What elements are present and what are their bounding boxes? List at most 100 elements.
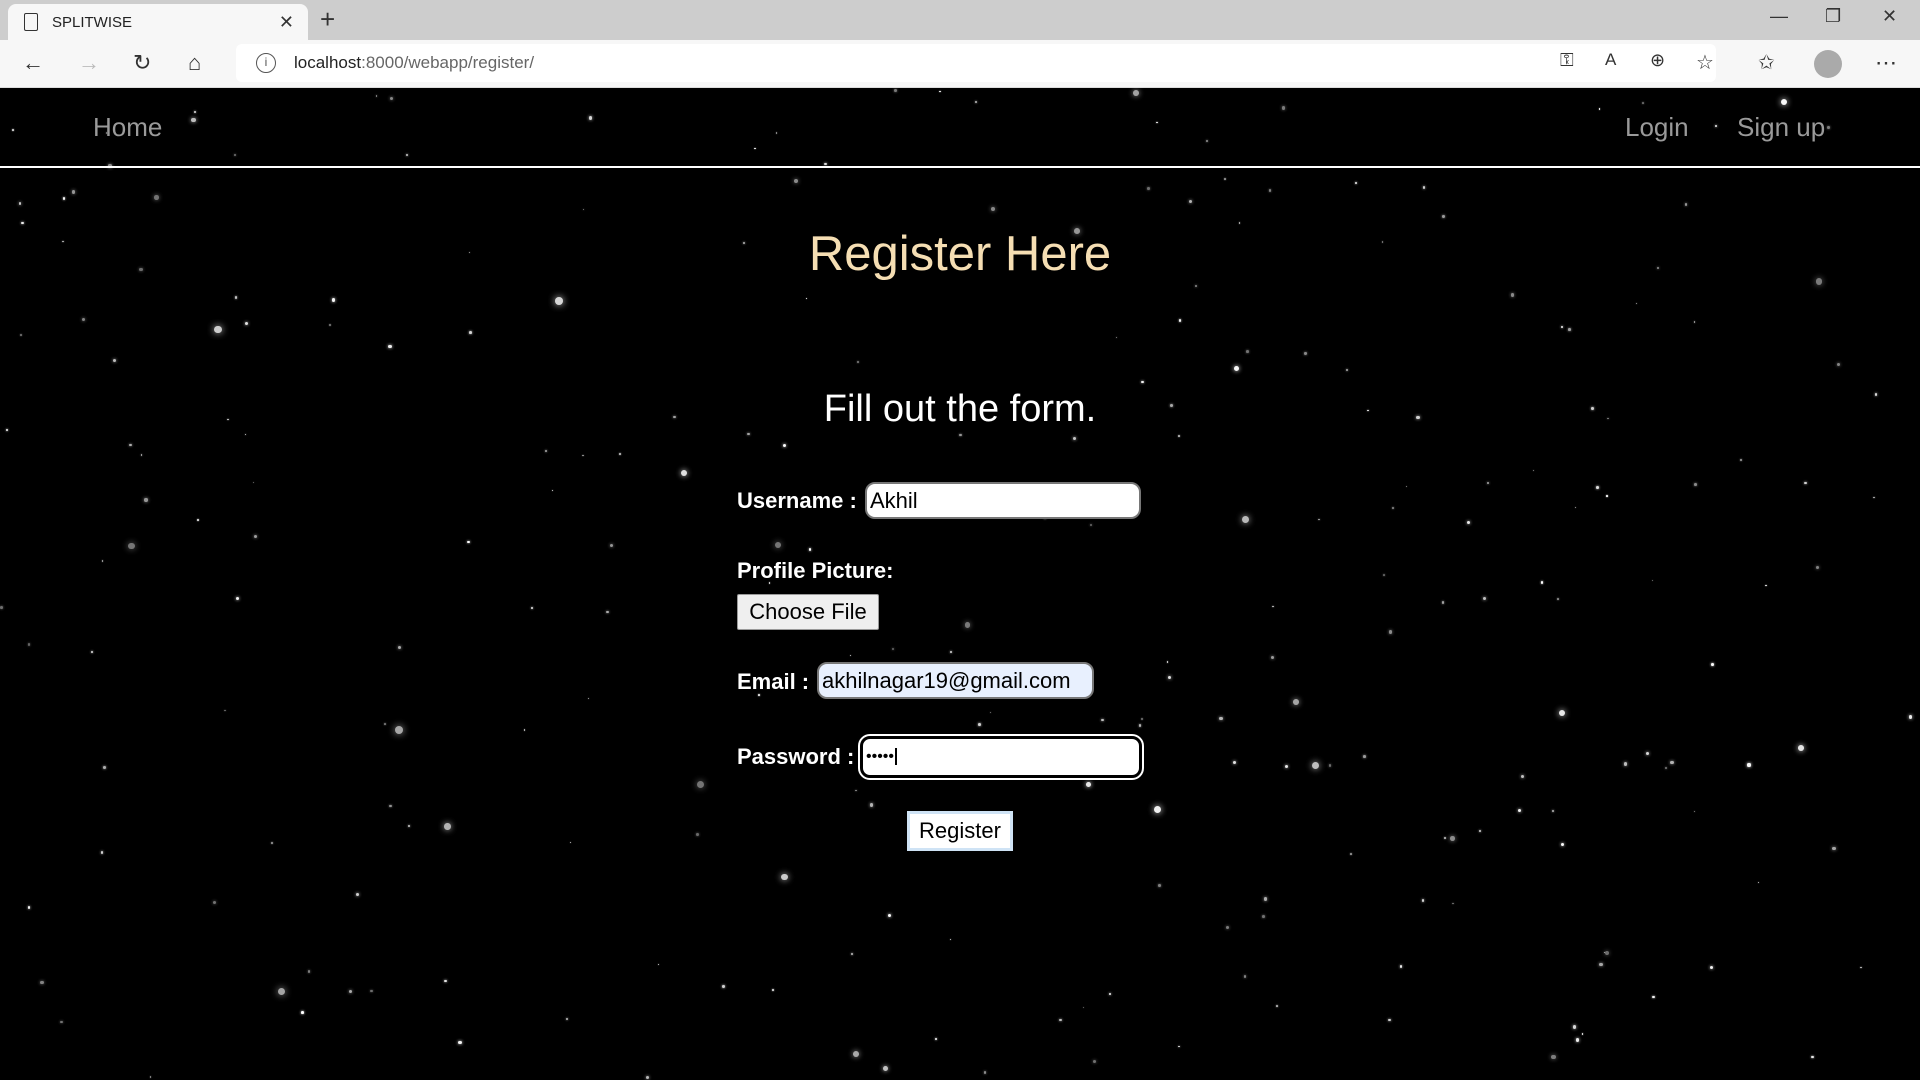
star	[1272, 605, 1274, 607]
nav-signup[interactable]: Sign up	[1737, 112, 1825, 143]
email-input[interactable]	[817, 662, 1094, 699]
minimize-icon[interactable]: —	[1770, 6, 1788, 27]
username-input[interactable]	[865, 482, 1141, 519]
star	[850, 953, 853, 956]
star	[681, 470, 688, 477]
star	[1604, 950, 1609, 955]
favorites-icon[interactable]: ✩	[1758, 50, 1775, 75]
url-path: :8000/webapp/register/	[361, 53, 535, 72]
nav-home[interactable]: Home	[93, 112, 162, 143]
star	[983, 1071, 987, 1075]
star	[1599, 963, 1603, 967]
star	[530, 607, 534, 610]
star	[1108, 992, 1112, 996]
star	[1606, 495, 1608, 497]
star	[1452, 902, 1454, 905]
star	[965, 622, 971, 628]
star	[244, 433, 247, 436]
zoom-icon[interactable]: ⊕	[1650, 50, 1665, 71]
star	[301, 1010, 304, 1014]
star	[384, 722, 387, 725]
close-window-icon[interactable]: ✕	[1882, 6, 1897, 27]
new-tab-icon[interactable]: +	[320, 4, 335, 35]
profile-avatar[interactable]	[1814, 50, 1842, 78]
star	[270, 842, 273, 844]
star	[128, 542, 135, 550]
star	[1574, 506, 1576, 508]
star	[1328, 764, 1332, 767]
page-icon	[24, 13, 38, 31]
restore-icon[interactable]: ❐	[1825, 6, 1841, 27]
tab-title: SPLITWISE	[52, 13, 133, 31]
browser-tab[interactable]: SPLITWISE ✕	[8, 4, 308, 40]
star	[855, 789, 858, 792]
browser-toolbar: ← → ↻ ⌂ i localhost:8000/webapp/register…	[0, 40, 1920, 88]
star	[20, 334, 22, 336]
star	[1836, 362, 1840, 366]
star	[1811, 1055, 1814, 1059]
star	[1241, 515, 1249, 523]
star	[1651, 579, 1653, 581]
read-aloud-icon[interactable]: A	[1605, 50, 1616, 70]
star	[1089, 523, 1093, 527]
star	[214, 325, 222, 334]
star	[555, 296, 563, 305]
info-icon[interactable]: i	[256, 53, 276, 73]
key-icon[interactable]: ⚿	[1560, 50, 1574, 71]
star	[307, 970, 311, 973]
close-tab-icon[interactable]: ✕	[279, 12, 294, 33]
star	[1645, 751, 1649, 755]
star	[1392, 507, 1395, 510]
star	[658, 963, 660, 965]
favorite-icon[interactable]: ☆	[1696, 50, 1714, 75]
star	[1757, 881, 1760, 884]
star	[1556, 598, 1559, 601]
star	[695, 832, 699, 836]
star	[444, 823, 451, 830]
address-bar[interactable]: i localhost:8000/webapp/register/	[236, 44, 1716, 82]
star	[1154, 806, 1162, 814]
star	[887, 913, 892, 918]
nav-login[interactable]: Login	[1625, 112, 1689, 143]
star	[60, 1020, 63, 1024]
star	[850, 655, 852, 657]
home-icon[interactable]: ⌂	[188, 50, 201, 76]
star	[1072, 436, 1077, 440]
star	[1803, 481, 1807, 485]
star	[469, 331, 473, 335]
choose-file-button[interactable]: Choose File	[737, 594, 879, 630]
star	[747, 432, 750, 436]
star	[1595, 486, 1599, 489]
more-icon[interactable]: ⋯	[1875, 50, 1897, 76]
star	[277, 988, 285, 996]
password-input[interactable]: •••••	[858, 734, 1144, 780]
star	[1664, 766, 1667, 770]
star	[1798, 744, 1805, 751]
star	[523, 729, 525, 731]
star	[774, 541, 782, 549]
star	[444, 979, 447, 983]
back-icon[interactable]: ←	[22, 50, 44, 76]
star	[407, 824, 411, 827]
star	[1194, 284, 1198, 287]
star	[224, 709, 226, 711]
star	[1561, 842, 1565, 846]
star	[90, 651, 93, 654]
star	[582, 454, 584, 456]
reload-icon[interactable]: ↻	[133, 50, 151, 76]
star	[394, 725, 403, 734]
star	[1059, 1018, 1062, 1022]
star	[1304, 352, 1307, 355]
star	[1670, 760, 1674, 764]
register-button[interactable]: Register	[907, 811, 1013, 851]
star	[1442, 215, 1445, 218]
star	[1178, 319, 1182, 322]
star	[1635, 303, 1638, 305]
star	[1572, 1025, 1577, 1029]
forward-icon[interactable]: →	[78, 50, 100, 76]
star	[852, 1051, 859, 1057]
star	[1350, 853, 1352, 856]
star	[1225, 926, 1230, 930]
star	[349, 990, 353, 994]
star	[619, 453, 622, 455]
